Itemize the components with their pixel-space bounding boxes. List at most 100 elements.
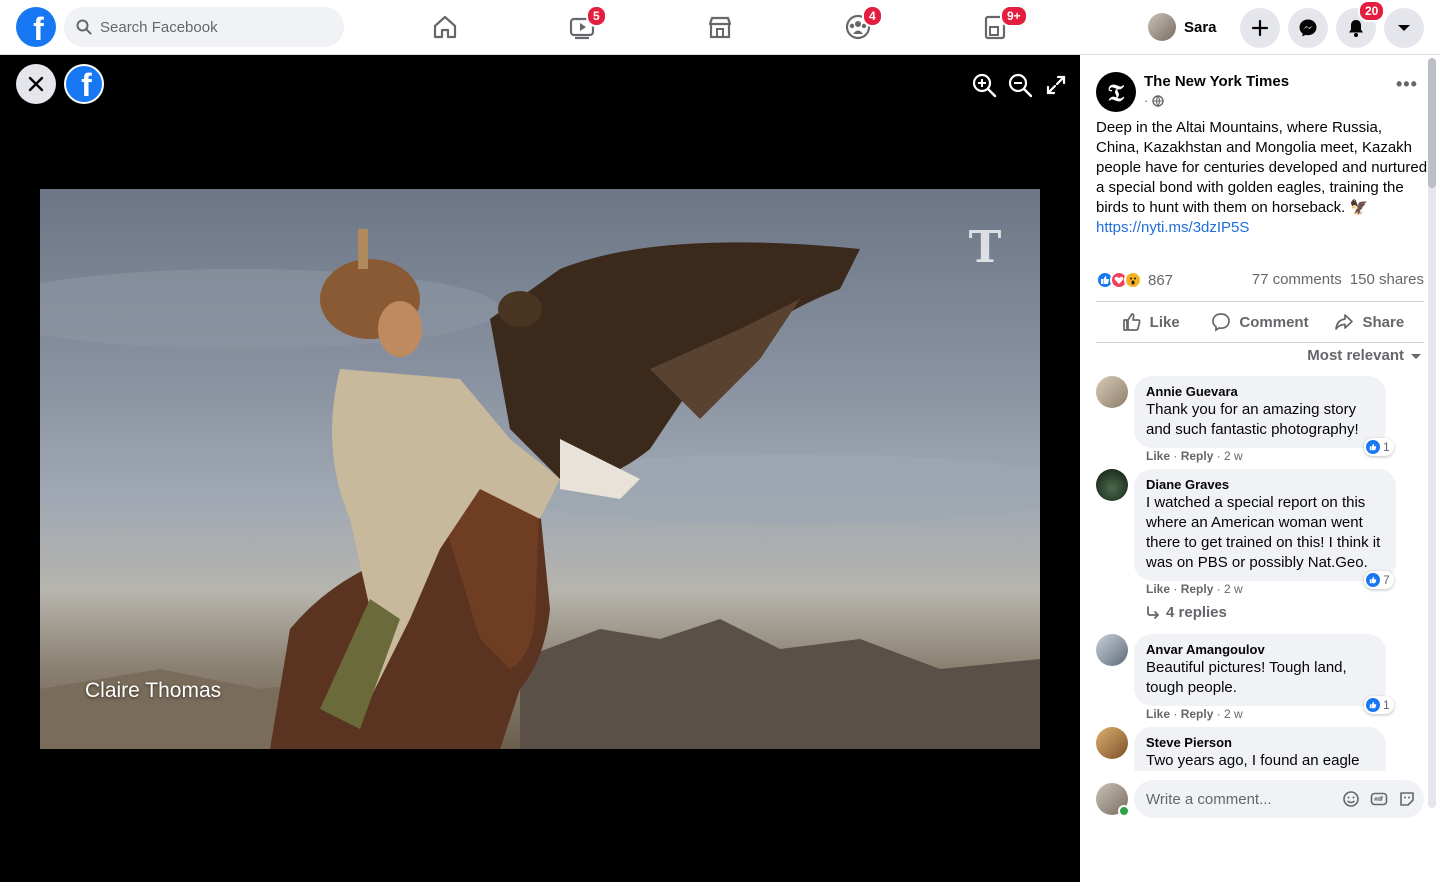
comment-links: Like · Reply · 2 w — [1146, 449, 1243, 463]
home-icon — [433, 15, 457, 39]
nyt-watermark-logo: T — [968, 222, 1002, 273]
post-link[interactable]: https://nyti.ms/3dzIP5S — [1096, 219, 1249, 236]
nav-gaming[interactable]: 9+ — [975, 5, 1028, 46]
search-icon — [76, 19, 92, 35]
comment-links: Like · Reply · 2 w — [1146, 582, 1243, 596]
reply-arrow-icon — [1147, 605, 1159, 619]
commenter-name[interactable]: Annie Guevara — [1146, 384, 1374, 400]
post-actions: Like Comment Share — [1096, 302, 1424, 342]
like-reaction-icon — [1366, 573, 1380, 587]
comment-like-link[interactable]: Like — [1146, 582, 1170, 596]
commenter-avatar[interactable] — [1096, 469, 1128, 501]
gaming-badge: 9+ — [1000, 5, 1028, 27]
post-side-panel: 𝔗 The New York Times · ••• Deep in the A… — [1080, 55, 1440, 882]
comment-time[interactable]: 2 w — [1224, 582, 1243, 596]
like-label: Like — [1149, 313, 1180, 331]
close-icon — [28, 76, 44, 92]
account-dropdown-icon — [1398, 25, 1410, 31]
gif-icon[interactable] — [1370, 790, 1388, 808]
notifications-badge: 20 — [1358, 0, 1386, 22]
divider — [1096, 342, 1424, 343]
more-options-icon[interactable]: ••• — [1396, 75, 1417, 99]
thumbs-up-icon — [1122, 313, 1141, 331]
comment-reply-link[interactable]: Reply — [1181, 449, 1214, 463]
comment-reaction-count[interactable]: 1 — [1364, 438, 1394, 456]
comment-reaction-count[interactable]: 1 — [1364, 696, 1394, 714]
comment-reply-link[interactable]: Reply — [1181, 582, 1214, 596]
comment-input-box[interactable] — [1134, 780, 1424, 818]
comment-like-link[interactable]: Like — [1146, 449, 1170, 463]
comment-input[interactable] — [1146, 790, 1336, 808]
zoom-in-button[interactable] — [969, 70, 999, 100]
view-replies-link[interactable]: 4 replies — [1146, 604, 1227, 621]
panel-scrollbar[interactable] — [1428, 58, 1436, 808]
profile-name: Sara — [1184, 18, 1217, 36]
close-viewer-button[interactable] — [16, 64, 56, 104]
wow-reaction-icon — [1124, 271, 1142, 289]
emoji-icon[interactable] — [1342, 790, 1360, 808]
like-button[interactable]: Like — [1096, 302, 1205, 342]
comment-like-count: 7 — [1383, 573, 1390, 587]
fullscreen-icon — [1046, 75, 1066, 95]
top-navigation-bar: f 5 4 9+ Sara 20 — [0, 0, 1440, 55]
like-reaction-icon — [1366, 698, 1380, 712]
commenter-name[interactable]: Steve Pierson — [1146, 735, 1374, 751]
groups-badge: 4 — [862, 5, 883, 27]
comment-bubble: Annie Guevara Thank you for an amazing s… — [1134, 376, 1386, 448]
comment-bubble: Diane Graves I watched a special report … — [1134, 469, 1396, 581]
commenter-name[interactable]: Anvar Amangoulov — [1146, 642, 1374, 658]
commenter-name[interactable]: Diane Graves — [1146, 477, 1384, 493]
search-box[interactable] — [64, 7, 344, 47]
sticker-icon[interactable] — [1398, 790, 1416, 808]
nav-home[interactable] — [425, 8, 465, 46]
nav-marketplace[interactable] — [700, 8, 740, 46]
profile-shortcut[interactable]: Sara — [1148, 8, 1217, 46]
share-button[interactable]: Share — [1315, 302, 1424, 342]
comment-links: Like · Reply · 2 w — [1146, 707, 1243, 721]
comment-reply-link[interactable]: Reply — [1181, 707, 1214, 721]
comment-like-link[interactable]: Like — [1146, 707, 1170, 721]
search-input[interactable] — [100, 18, 320, 36]
scrollbar-thumb[interactable] — [1428, 58, 1436, 188]
post-photo[interactable]: T Claire Thomas — [40, 189, 1040, 749]
page-name[interactable]: The New York Times — [1144, 73, 1289, 90]
meta-separator: · — [1144, 93, 1149, 108]
comment-reaction-count[interactable]: 7 — [1364, 571, 1394, 589]
comment-bubble: Anvar Amangoulov Beautiful pictures! Tou… — [1134, 634, 1386, 706]
comment-time[interactable]: 2 w — [1224, 449, 1243, 463]
comment-icon — [1212, 313, 1231, 332]
comment-button[interactable]: Comment — [1205, 302, 1314, 342]
nav-groups[interactable]: 4 — [838, 5, 883, 46]
share-label: Share — [1362, 313, 1405, 331]
page-avatar[interactable]: 𝔗 — [1096, 72, 1136, 112]
zoom-out-icon — [1008, 73, 1033, 98]
comment-label: Comment — [1239, 313, 1309, 331]
facebook-logo-icon[interactable]: f — [16, 7, 56, 47]
comments-count[interactable]: 77 comments — [1252, 271, 1342, 288]
create-button[interactable] — [1240, 8, 1280, 48]
composer-tools — [1342, 790, 1416, 808]
avatar — [1148, 13, 1176, 41]
shares-count[interactable]: 150 shares — [1350, 271, 1424, 288]
messenger-icon — [1299, 19, 1317, 37]
commenter-avatar[interactable] — [1096, 634, 1128, 666]
notifications-button[interactable]: 20 — [1336, 0, 1386, 48]
reaction-summary[interactable]: 867 — [1096, 270, 1173, 290]
photo-credit: Claire Thomas — [85, 679, 222, 702]
nav-watch[interactable]: 5 — [562, 5, 607, 46]
zoom-out-button[interactable] — [1005, 70, 1035, 100]
comment-text: Beautiful pictures! Tough land, tough pe… — [1146, 659, 1347, 696]
messenger-button[interactable] — [1288, 8, 1328, 48]
account-menu-button[interactable] — [1384, 8, 1424, 48]
comment-item: Steve Pierson Two years ago, I found an … — [1096, 727, 1426, 771]
comment-time[interactable]: 2 w — [1224, 707, 1243, 721]
facebook-logo-icon[interactable]: f — [64, 64, 104, 104]
commenter-avatar[interactable] — [1096, 376, 1128, 408]
comment-text: Thank you for an amazing story and such … — [1146, 401, 1359, 438]
comment-sort-dropdown[interactable]: Most relevant — [1307, 347, 1422, 364]
post-meta: · — [1144, 93, 1165, 108]
comment-composer — [1096, 780, 1424, 820]
globe-icon — [1152, 94, 1165, 107]
fullscreen-button[interactable] — [1041, 70, 1071, 100]
commenter-avatar[interactable] — [1096, 727, 1128, 759]
